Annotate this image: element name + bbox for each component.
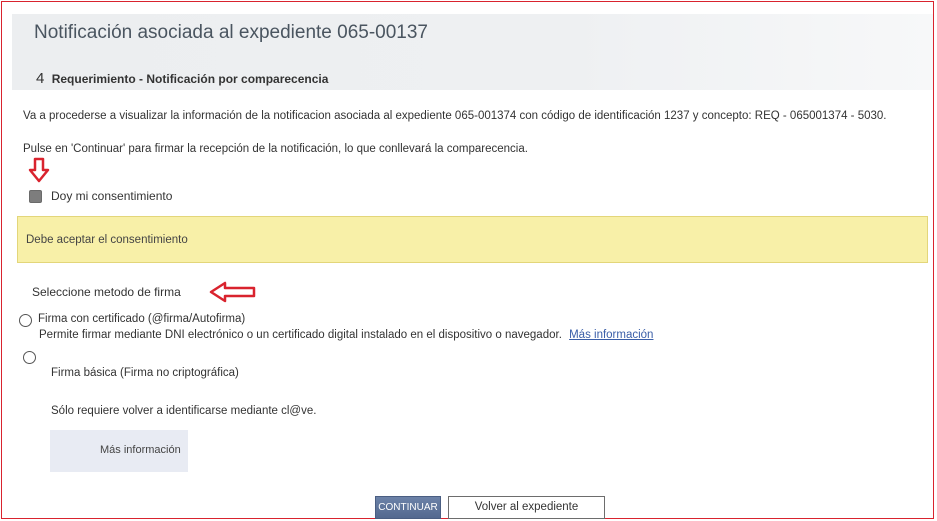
certificate-signature-description: Permite firmar mediante DNI electrónico …: [39, 329, 653, 341]
certificate-signature-radio[interactable]: [19, 314, 32, 327]
certificate-signature-text: Permite firmar mediante DNI electrónico …: [39, 329, 562, 341]
continue-button[interactable]: CONTINUAR: [375, 496, 441, 519]
panel-header: Notificación asociada al expediente 065-…: [12, 14, 933, 90]
basic-signature-label[interactable]: Firma básica (Firma no criptográfica): [51, 367, 239, 379]
back-to-file-button[interactable]: Volver al expediente: [448, 496, 605, 519]
warning-text: Debe aceptar el consentimiento: [26, 234, 188, 246]
step-number: 4: [36, 70, 45, 87]
more-info-button-label: Más información: [100, 444, 181, 456]
basic-signature-radio[interactable]: [23, 351, 36, 364]
step-title: Requerimiento - Notificación por compare…: [51, 72, 329, 86]
notification-panel: Notificación asociada al expediente 065-…: [1, 1, 934, 519]
certificate-signature-label[interactable]: Firma con certificado (@firma/Autofirma): [38, 313, 245, 325]
step-subtitle: 4 Requerimiento - Notificación por compa…: [36, 70, 328, 87]
signature-method-heading: Seleccione metodo de firma: [32, 285, 181, 299]
arrow-left-annotation-icon: [209, 281, 256, 303]
info-paragraph: Va a procederse a visualizar la informac…: [23, 110, 887, 122]
more-info-link[interactable]: Más información: [569, 329, 653, 341]
warning-banner: Debe aceptar el consentimiento: [17, 216, 928, 263]
arrow-down-annotation-icon: [28, 157, 50, 183]
page-title: Notificación asociada al expediente 065-…: [34, 22, 428, 43]
consent-label[interactable]: Doy mi consentimiento: [51, 189, 172, 203]
consent-checkbox[interactable]: [29, 190, 42, 203]
more-info-button[interactable]: Más información: [50, 430, 188, 472]
basic-signature-description: Sólo requiere volver a identificarse med…: [51, 405, 317, 417]
instruction-paragraph: Pulse en 'Continuar' para firmar la rece…: [23, 143, 528, 155]
